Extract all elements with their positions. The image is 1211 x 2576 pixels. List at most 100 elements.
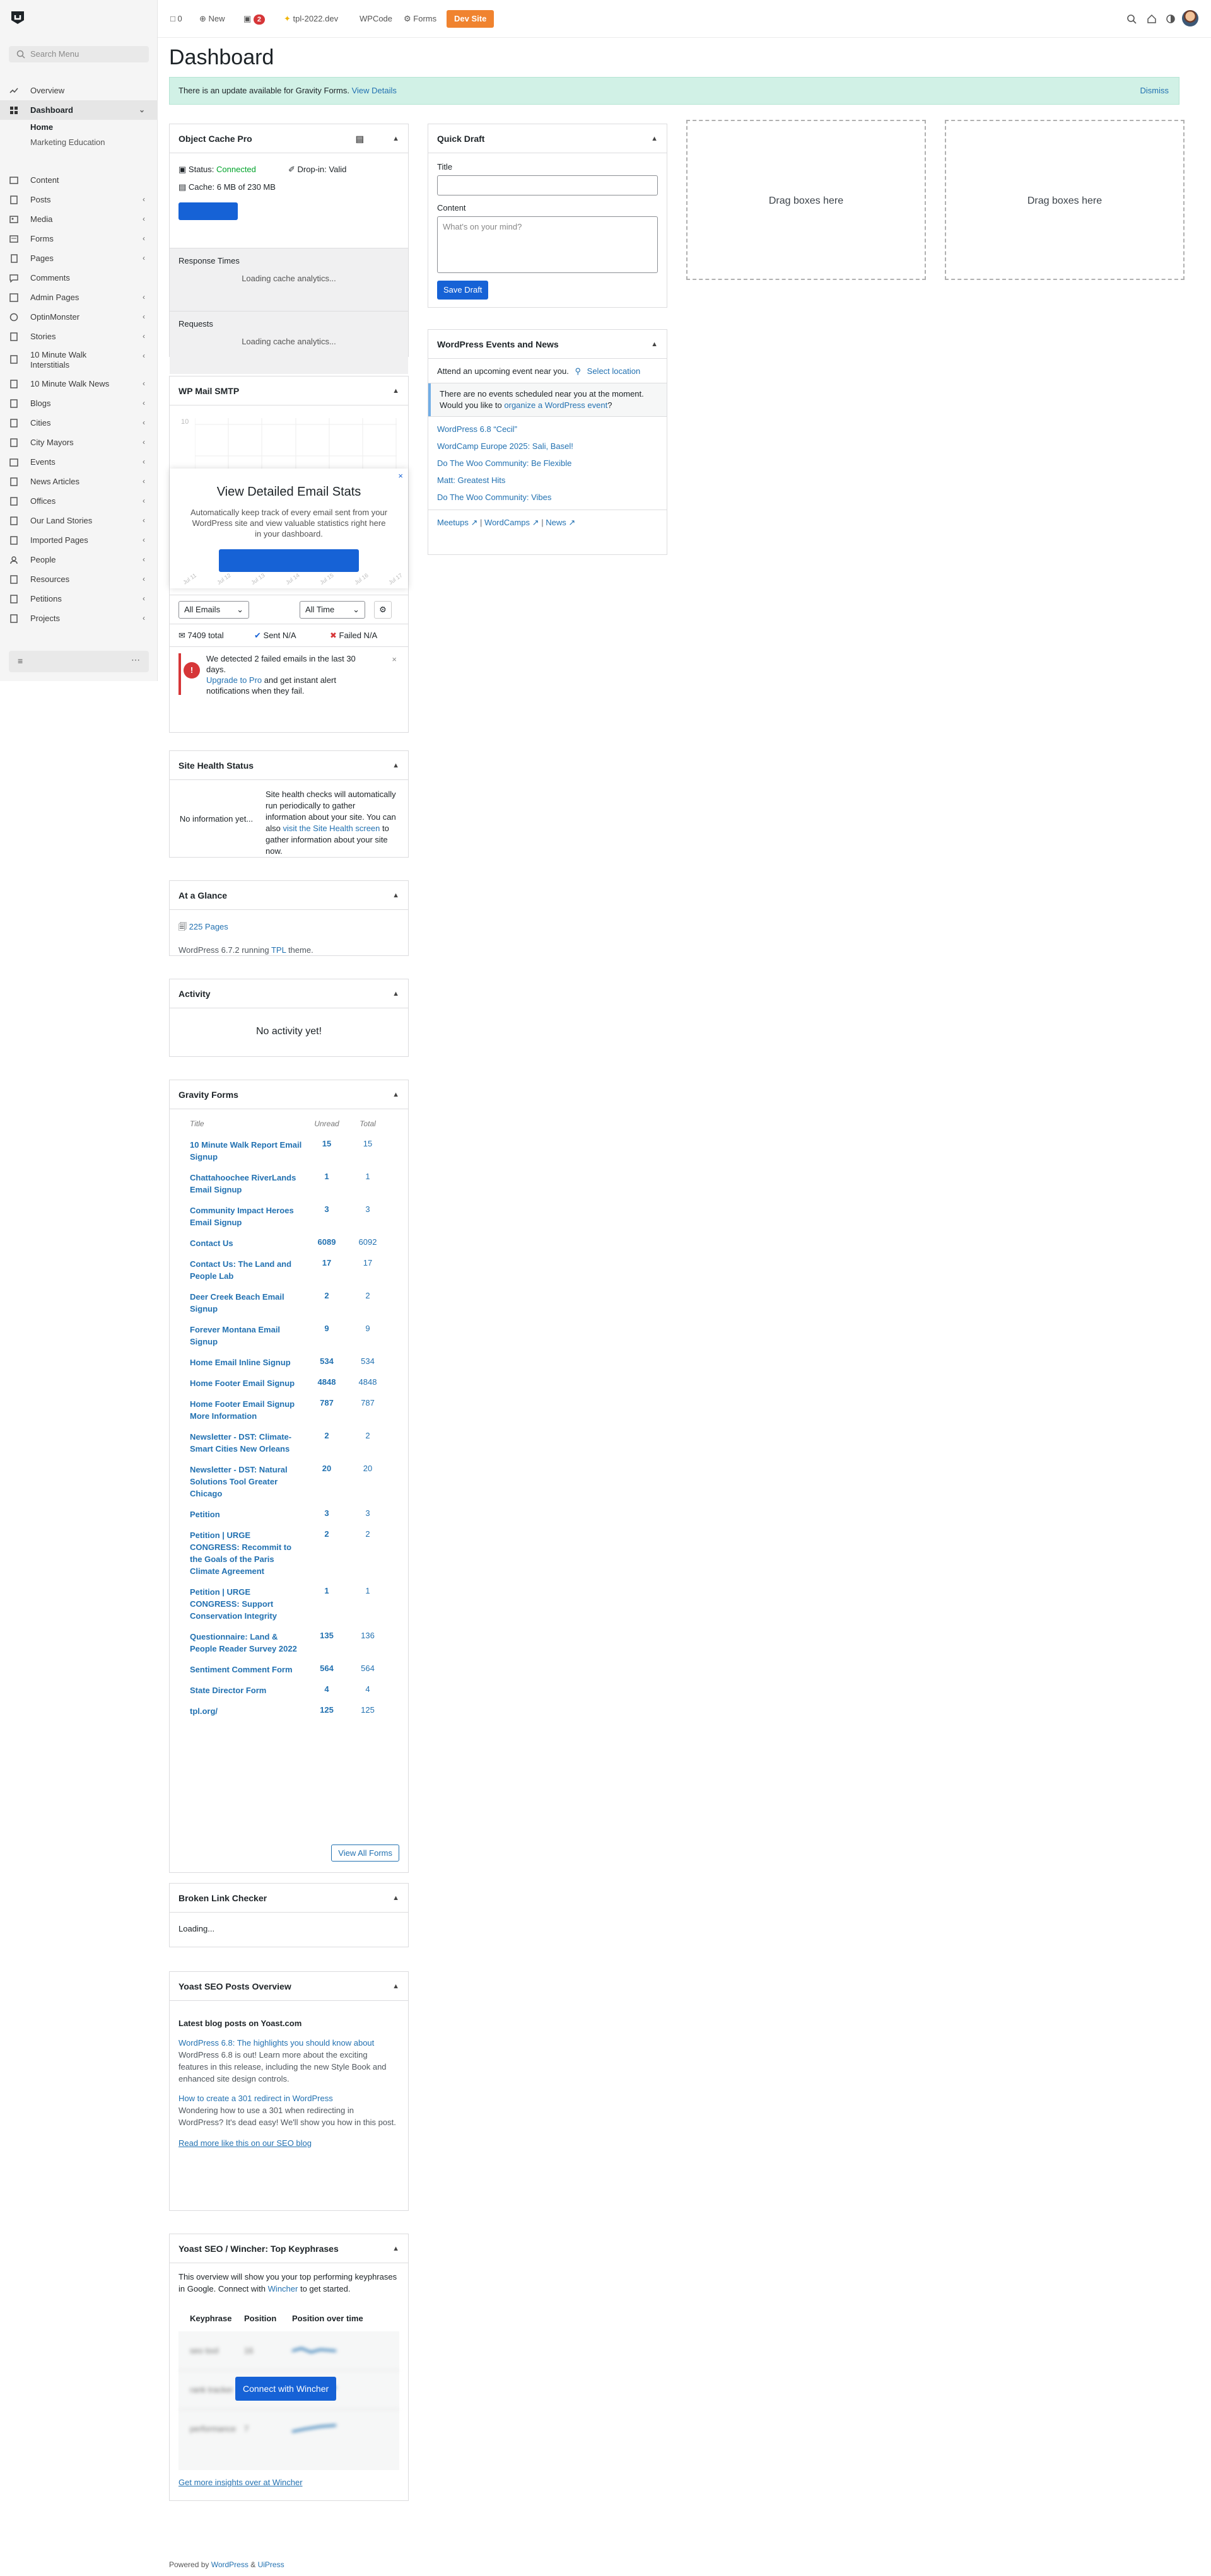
yoast-post-link[interactable]: WordPress 6.8: The highlights you should…: [178, 2037, 399, 2049]
collapse-toggle-icon[interactable]: ▲: [392, 376, 399, 405]
new-content-link[interactable]: ⊕ New: [199, 13, 225, 25]
sidebar-item-events[interactable]: Events ‹: [0, 452, 158, 472]
sidebar-item-projects[interactable]: Projects ‹: [0, 609, 158, 628]
total-count-link[interactable]: 3: [365, 1508, 370, 1518]
unread-count-link[interactable]: 15: [322, 1139, 331, 1148]
unread-count-link[interactable]: 787: [320, 1398, 334, 1407]
draft-title-input[interactable]: [437, 175, 658, 195]
close-icon[interactable]: ×: [392, 655, 397, 664]
user-avatar[interactable]: [1182, 10, 1198, 26]
total-count-link[interactable]: 2: [365, 1431, 370, 1440]
unread-count-link[interactable]: 17: [322, 1258, 331, 1268]
unread-count-link[interactable]: 9: [324, 1324, 329, 1333]
collapse-toggle-icon[interactable]: ▲: [392, 1080, 399, 1109]
form-title-link[interactable]: tpl.org/: [190, 1706, 218, 1716]
unread-count-link[interactable]: 2: [324, 1291, 329, 1300]
sidebar-item-posts[interactable]: Posts ‹: [0, 190, 158, 209]
wpcode-link[interactable]: WPCode: [360, 13, 392, 25]
sidebar-item-content[interactable]: Content: [0, 170, 158, 190]
total-count-link[interactable]: 564: [361, 1664, 375, 1673]
dismiss-notice-link[interactable]: Dismiss: [1140, 78, 1169, 104]
unread-count-link[interactable]: 4: [324, 1684, 329, 1694]
drag-boxes-dropzone[interactable]: Drag boxes here: [945, 120, 1185, 280]
upgrade-button[interactable]: [219, 549, 359, 572]
sidebar-item-forms[interactable]: Forms ‹: [0, 229, 158, 248]
unread-count-link[interactable]: 1: [324, 1172, 329, 1181]
sidebar-item-optinmonster[interactable]: OptinMonster ‹: [0, 307, 158, 327]
sidebar-item-10-minute-walk-news[interactable]: 10 Minute Walk News ‹: [0, 374, 158, 393]
sidebar-subitem-home[interactable]: Home: [0, 120, 158, 135]
sidebar-subitem-marketing-education[interactable]: Marketing Education: [0, 135, 158, 150]
sidebar-item-cities[interactable]: Cities ‹: [0, 413, 158, 433]
dark-mode-icon[interactable]: [1166, 14, 1176, 24]
form-title-link[interactable]: Newsletter - DST: Natural Solutions Tool…: [190, 1465, 288, 1498]
save-draft-button[interactable]: Save Draft: [437, 281, 489, 300]
sidebar-item-our-land-stories[interactable]: Our Land Stories ‹: [0, 511, 158, 530]
collapse-menu-icon[interactable]: ≡: [18, 656, 23, 666]
total-count-link[interactable]: 534: [361, 1356, 375, 1366]
total-count-link[interactable]: 15: [363, 1139, 372, 1148]
total-count-link[interactable]: 9: [365, 1324, 370, 1333]
form-title-link[interactable]: Petition | URGE CONGRESS: Support Conser…: [190, 1587, 277, 1621]
form-title-link[interactable]: 10 Minute Walk Report Email Signup: [190, 1140, 301, 1162]
wincher-insights-link[interactable]: Get more insights over at Wincher: [178, 2478, 303, 2487]
total-count-link[interactable]: 3: [365, 1204, 370, 1214]
uipress-logo[interactable]: [9, 9, 26, 26]
collapse-toggle-icon[interactable]: ▲: [392, 2234, 399, 2263]
forms-link[interactable]: ⚙ Forms: [404, 13, 436, 25]
sidebar-item-petitions[interactable]: Petitions ‹: [0, 589, 158, 609]
view-details-link[interactable]: View Details: [352, 86, 397, 95]
form-title-link[interactable]: Chattahoochee RiverLands Email Signup: [190, 1173, 296, 1194]
close-icon[interactable]: ×: [398, 471, 403, 481]
collapse-toggle-icon[interactable]: ▲: [392, 1884, 399, 1913]
news-item-link[interactable]: Do The Woo Community: Vibes: [437, 489, 658, 506]
sidebar-item-media[interactable]: Media ‹: [0, 209, 158, 229]
form-title-link[interactable]: Home Footer Email Signup More Informatio…: [190, 1399, 295, 1421]
time-range-select[interactable]: All Time ⌄: [300, 601, 365, 619]
total-count-link[interactable]: 4848: [359, 1377, 377, 1387]
sidebar-item-news-articles[interactable]: News Articles ‹: [0, 472, 158, 491]
form-title-link[interactable]: Petition | URGE CONGRESS: Recommit to th…: [190, 1530, 291, 1576]
sidebar-item-imported-pages[interactable]: Imported Pages ‹: [0, 530, 158, 550]
total-count-link[interactable]: 4: [365, 1684, 370, 1694]
read-more-seo-blog-link[interactable]: Read more like this on our SEO blog: [178, 2137, 399, 2149]
collapse-toggle-icon[interactable]: ▲: [392, 751, 399, 780]
unread-count-link[interactable]: 1: [324, 1586, 329, 1595]
search-menu-input[interactable]: Search Menu: [9, 46, 149, 62]
total-count-link[interactable]: 1: [365, 1586, 370, 1595]
total-count-link[interactable]: 787: [361, 1398, 375, 1407]
form-title-link[interactable]: Home Email Inline Signup: [190, 1358, 291, 1367]
wincher-link[interactable]: Wincher: [268, 2284, 298, 2293]
site-health-screen-link[interactable]: visit the Site Health screen: [283, 824, 380, 833]
site-name-link[interactable]: ✦ tpl-2022.dev: [284, 13, 338, 25]
draft-content-textarea[interactable]: What's on your mind?: [437, 216, 658, 273]
form-title-link[interactable]: Home Footer Email Signup: [190, 1378, 295, 1388]
sidebar-item-overview[interactable]: Overview: [0, 81, 158, 100]
total-count-link[interactable]: 6092: [359, 1237, 377, 1247]
more-options-icon[interactable]: ⋯: [131, 655, 140, 665]
organize-event-link[interactable]: organize a WordPress event: [504, 400, 607, 410]
news-item-link[interactable]: WordCamp Europe 2025: Sali, Basel!: [437, 438, 658, 455]
collapse-toggle-icon[interactable]: ▲: [651, 330, 658, 359]
widget-settings-icon[interactable]: ▤: [356, 124, 364, 153]
total-count-link[interactable]: 17: [363, 1258, 372, 1268]
form-title-link[interactable]: Deer Creek Beach Email Signup: [190, 1292, 284, 1314]
sidebar-item-city-mayors[interactable]: City Mayors ‹: [0, 433, 158, 452]
unread-count-link[interactable]: 135: [320, 1631, 334, 1640]
sidebar-item-dashboard[interactable]: Dashboard ⌄: [0, 100, 158, 120]
sidebar-item-blogs[interactable]: Blogs ‹: [0, 393, 158, 413]
form-title-link[interactable]: Questionnaire: Land & People Reader Surv…: [190, 1632, 297, 1653]
unread-count-link[interactable]: 2: [324, 1431, 329, 1440]
sidebar-item-pages[interactable]: Pages ‹: [0, 248, 158, 268]
sidebar-item-offices[interactable]: Offices ‹: [0, 491, 158, 511]
yoast-post-link[interactable]: How to create a 301 redirect in WordPres…: [178, 2092, 399, 2104]
sidebar-item-comments[interactable]: Comments: [0, 268, 158, 288]
select-location-link[interactable]: Select location: [587, 366, 641, 376]
form-title-link[interactable]: State Director Form: [190, 1686, 266, 1695]
sidebar-item-people[interactable]: People ‹: [0, 550, 158, 569]
total-count-link[interactable]: 136: [361, 1631, 375, 1640]
uipress-link[interactable]: UiPress: [258, 2560, 284, 2569]
drag-boxes-dropzone[interactable]: Drag boxes here: [686, 120, 926, 280]
total-count-link[interactable]: 2: [365, 1529, 370, 1539]
total-count-link[interactable]: 1: [365, 1172, 370, 1181]
